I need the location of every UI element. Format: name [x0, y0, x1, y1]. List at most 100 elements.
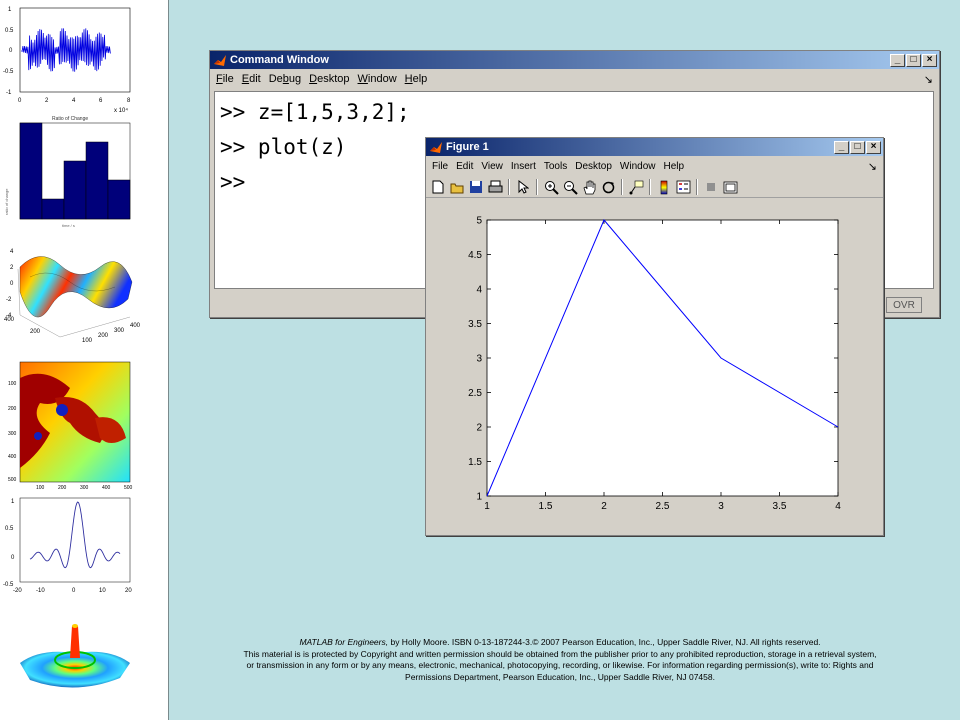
footer-line1: by Holly Moore. ISBN 0-13-187244-3.© 200… [388, 637, 821, 647]
thumb5-xtick: 10 [99, 588, 106, 594]
thumb5-xtick: 20 [125, 588, 132, 594]
pan-hand-icon[interactable] [581, 179, 597, 195]
open-file-icon[interactable] [449, 179, 465, 195]
thumb-bar-chart: Ratio of Change ratio of change time / s [4, 116, 131, 228]
matlab-logo-icon [214, 54, 226, 66]
x-tick-label: 2.5 [656, 501, 670, 512]
menu-desktop[interactable]: Desktop [309, 73, 349, 85]
menu-desktop[interactable]: Desktop [575, 161, 612, 172]
close-button[interactable]: × [922, 53, 937, 67]
thumb1-ytick: 1 [8, 7, 12, 13]
menu-edit[interactable]: Edit [456, 161, 473, 172]
menu-debug[interactable]: Debug [269, 73, 301, 85]
thumb4-xtick: 500 [124, 485, 133, 491]
command-window-titlebar[interactable]: Command Window _ □ × [210, 51, 939, 69]
thumb3-tick: 400 [130, 323, 141, 329]
figure-toolbar [426, 176, 883, 198]
legend-icon[interactable] [675, 179, 691, 195]
thumb3-tick: 200 [98, 333, 109, 339]
maximize-button[interactable]: □ [906, 53, 921, 67]
thumb5-ytick: 0 [11, 555, 15, 561]
menu-view[interactable]: View [481, 161, 503, 172]
menu-tools[interactable]: Tools [544, 161, 567, 172]
thumb4-ytick: 300 [8, 431, 17, 437]
zoom-in-icon[interactable] [543, 179, 559, 195]
menu-file[interactable]: File [432, 161, 448, 172]
thumb5-xtick: -20 [13, 588, 22, 594]
close-button[interactable]: × [866, 140, 881, 154]
thumb3-tick: 400 [4, 317, 15, 323]
book-title: MATLAB for Engineers, [299, 637, 389, 647]
plot-canvas[interactable]: 1 1.5 2 2.5 3 3.5 4 1 1.5 2 2.5 3 3.5 4 4.5 5 [426, 199, 883, 533]
thumb1-xtick: 0 [18, 98, 22, 104]
menu-edit[interactable]: Edit [242, 73, 261, 85]
thumb3-tick: 200 [30, 329, 41, 335]
x-tick-label: 3.5 [773, 501, 787, 512]
edit-plot-arrow-icon[interactable] [515, 179, 531, 195]
print-icon[interactable] [487, 179, 503, 195]
figure-window-titlebar[interactable]: Figure 1 _ □ × [426, 138, 883, 156]
x-tick-label: 1.5 [539, 501, 553, 512]
thumb5-xtick: -10 [36, 588, 45, 594]
thumb-surface-3d: 4 2 0 -2 -4 400 200 400 300 200 100 [4, 249, 141, 344]
menu-window[interactable]: Window [358, 73, 397, 85]
command-line: >> z=[1,5,3,2]; [220, 100, 410, 124]
x-tick-label: 1 [484, 501, 490, 512]
thumb4-xtick: 100 [36, 485, 45, 491]
thumb-waveform: 1 0.5 0 -0.5 -1 0 2 4 6 8 x 10⁴ [3, 7, 131, 114]
thumb4-ytick: 200 [8, 406, 17, 412]
undock-arrow-icon[interactable]: ↘ [924, 73, 933, 86]
show-plot-tools-icon[interactable] [722, 179, 738, 195]
thumb-ripple-3d [20, 624, 130, 688]
undock-arrow-icon[interactable]: ↘ [868, 160, 877, 173]
rotate-3d-icon[interactable] [600, 179, 616, 195]
minimize-button[interactable]: _ [834, 140, 849, 154]
thumb3-ztick: 2 [10, 265, 14, 271]
figure-window[interactable]: Figure 1 _ □ × File Edit View Insert Too… [425, 137, 884, 536]
colorbar-icon[interactable] [656, 179, 672, 195]
y-tick-label: 4.5 [468, 250, 482, 261]
maximize-button[interactable]: □ [850, 140, 865, 154]
menu-help[interactable]: Help [664, 161, 685, 172]
figure-window-menubar: File Edit View Insert Tools Desktop Wind… [426, 156, 883, 176]
minimize-button[interactable]: _ [890, 53, 905, 67]
y-tick-label: 1.5 [468, 457, 482, 468]
menu-file[interactable]: File [216, 73, 234, 85]
command-window-menubar: File Edit Debug Desktop Window Help ↘ [210, 69, 939, 89]
thumb3-ztick: 0 [10, 281, 14, 287]
svg-text:ratio of change: ratio of change [4, 188, 9, 215]
y-tick-label: 2 [476, 423, 482, 434]
thumb4-ytick: 400 [8, 454, 17, 460]
thumb3-tick: 300 [114, 328, 125, 334]
thumb4-xtick: 200 [58, 485, 67, 491]
data-cursor-icon[interactable] [628, 179, 644, 195]
menu-insert[interactable]: Insert [511, 161, 536, 172]
x-tick-label: 3 [718, 501, 724, 512]
y-tick-label: 5 [476, 216, 482, 227]
figure-window-title: Figure 1 [446, 141, 489, 153]
sidebar: 1 0.5 0 -0.5 -1 0 2 4 6 8 x 10⁴ Ratio of… [0, 0, 169, 720]
menu-window[interactable]: Window [620, 161, 656, 172]
command-window-title: Command Window [230, 54, 329, 66]
y-tick-label: 2.5 [468, 388, 482, 399]
zoom-out-icon[interactable] [562, 179, 578, 195]
x-tick-label: 2 [601, 501, 607, 512]
thumb2-title: Ratio of Change [52, 116, 88, 122]
thumb-sinc: 1 0.5 0 -0.5 -20 -10 0 10 20 [3, 497, 132, 594]
menu-help[interactable]: Help [405, 73, 428, 85]
overwrite-status: OVR [886, 297, 922, 313]
thumb4-xtick: 300 [80, 485, 89, 491]
y-tick-label: 4 [476, 285, 482, 296]
new-figure-icon[interactable] [430, 179, 446, 195]
y-tick-label: 3.5 [468, 319, 482, 330]
thumb1-ytick: 0 [9, 48, 13, 54]
thumb1-xtick: 2 [45, 98, 49, 104]
copyright-footer: MATLAB for Engineers, by Holly Moore. IS… [240, 637, 880, 683]
y-tick-label: 3 [476, 354, 482, 365]
y-tick-label: 1 [476, 492, 482, 503]
thumb4-ytick: 500 [8, 477, 17, 483]
hide-plot-tools-icon[interactable] [703, 179, 719, 195]
save-icon[interactable] [468, 179, 484, 195]
thumb4-xtick: 400 [102, 485, 111, 491]
thumb1-ytick: -1 [6, 90, 12, 96]
